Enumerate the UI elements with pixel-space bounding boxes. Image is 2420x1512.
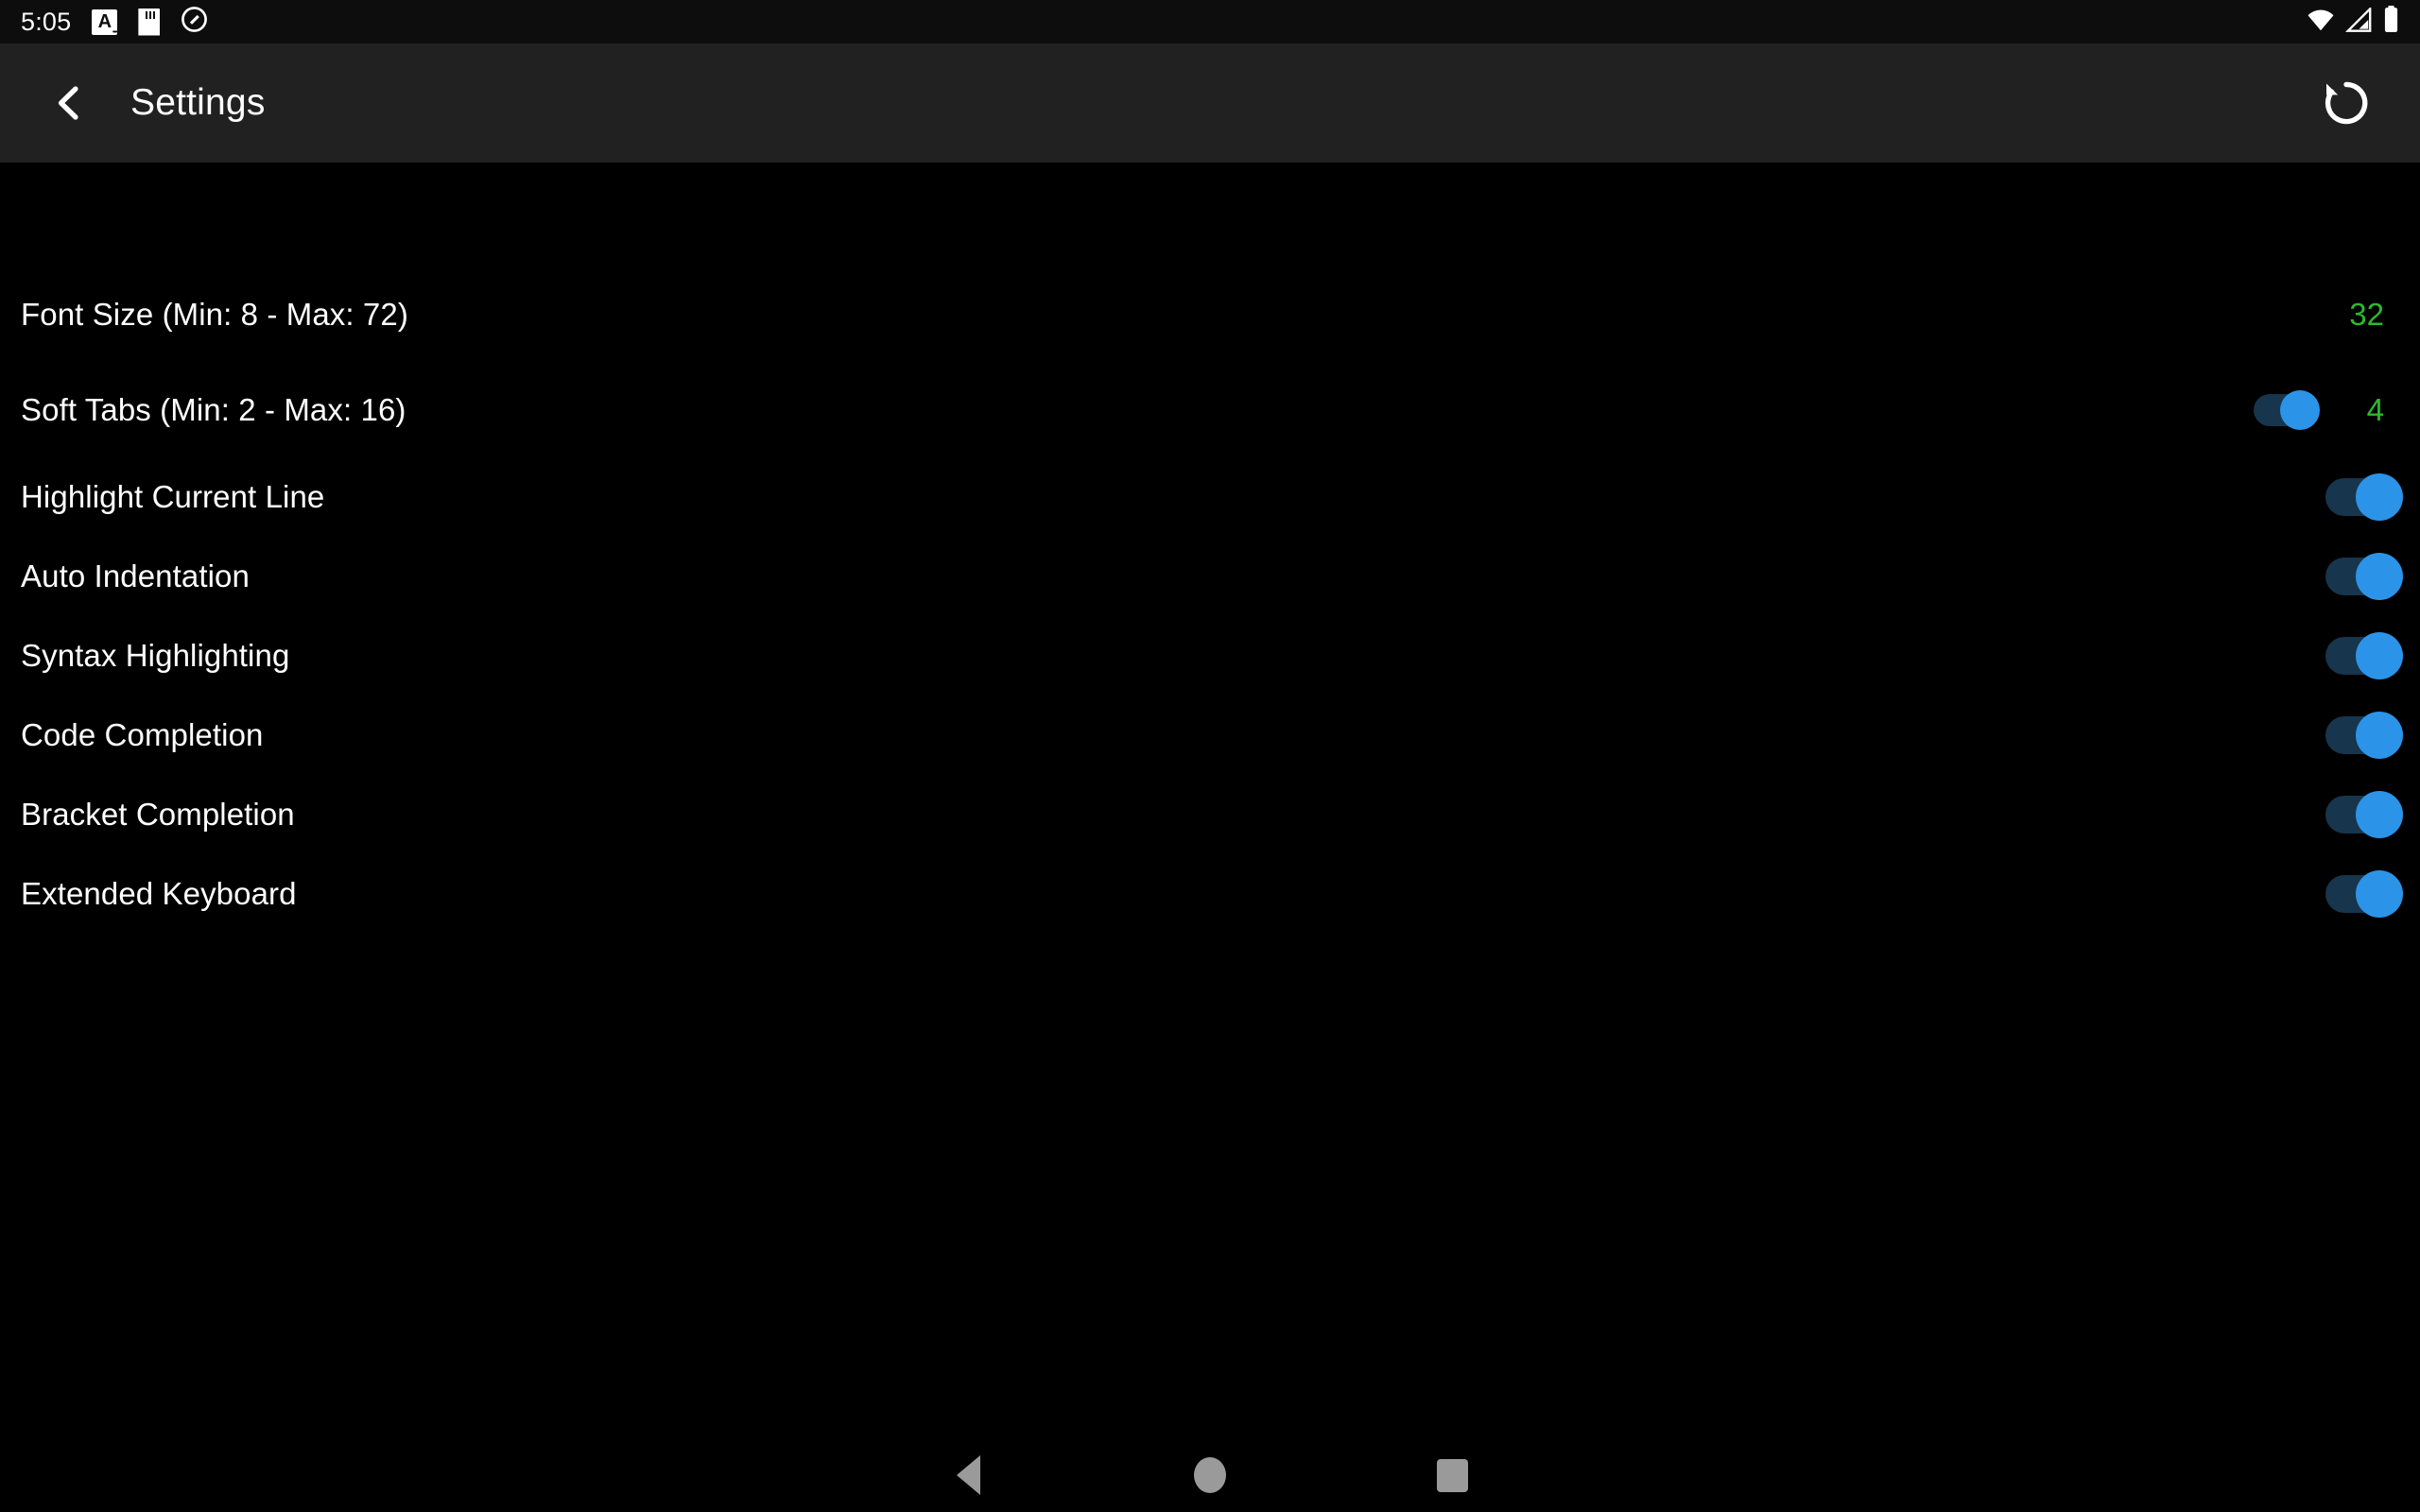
status-bar: 5:05 A [0,0,2420,43]
setting-toggle-bracket-completion[interactable] [2325,791,2403,838]
setting-row-controls: 4 [2212,389,2384,430]
toggle-thumb [2356,712,2403,759]
square-icon [1436,1458,1468,1492]
setting-row-auto-indentation[interactable]: Auto Indentation [0,537,2420,616]
toggle-thumb [2356,870,2403,918]
battery-icon [2383,6,2399,38]
setting-toggle-syntax-highlighting[interactable] [2325,632,2403,679]
navigation-bar [0,1438,2420,1512]
back-button[interactable] [32,66,106,140]
setting-row-controls [2325,632,2403,679]
triangle-left-icon [956,1455,980,1495]
setting-label: Code Completion [21,717,264,752]
setting-toggle-code-completion[interactable] [2325,712,2403,759]
setting-label: Extended Keyboard [21,876,297,911]
quiet-mode-icon [181,6,208,38]
status-clock: 5:05 [21,7,72,36]
toggle-thumb [2356,473,2403,521]
setting-row-code-completion[interactable]: Code Completion [0,696,2420,775]
toggle-thumb [2356,553,2403,600]
app-bar: Settings [0,43,2420,163]
setting-label: Syntax Highlighting [21,638,290,673]
setting-label: Soft Tabs (Min: 2 - Max: 16) [21,391,406,427]
setting-toggle-highlight-current-line[interactable] [2325,473,2403,521]
setting-row-soft-tabs[interactable]: Soft Tabs (Min: 2 - Max: 16) 4 [0,362,2420,457]
toggle-thumb [2356,791,2403,838]
status-bar-left: 5:05 A [21,6,208,38]
setting-row-controls [2325,553,2403,600]
toggle-thumb [2356,632,2403,679]
setting-row-bracket-completion[interactable]: Bracket Completion [0,775,2420,854]
setting-label: Font Size (Min: 8 - Max: 72) [21,296,408,332]
setting-row-font-size[interactable]: Font Size (Min: 8 - Max: 72) 32 [0,266,2420,362]
setting-label: Auto Indentation [21,558,250,593]
cellular-signal-icon [2344,5,2373,37]
setting-label: Highlight Current Line [21,479,325,514]
setting-toggle-auto-indentation[interactable] [2325,553,2403,600]
font-size-icon: A [92,9,118,36]
toggle-thumb [2280,389,2320,430]
setting-row-controls [2325,712,2403,759]
circle-icon [1194,1457,1226,1493]
setting-value[interactable]: 4 [2344,392,2384,428]
status-bar-right [2307,5,2399,38]
setting-value[interactable]: 32 [2344,297,2384,333]
rotate-left-reset-icon [2325,81,2368,125]
nav-recents-button[interactable] [1331,1438,1573,1512]
setting-row-extended-keyboard[interactable]: Extended Keyboard [0,854,2420,934]
setting-toggle-extended-keyboard[interactable] [2325,870,2403,918]
setting-row-highlight-current-line[interactable]: Highlight Current Line [0,457,2420,537]
sdcard-icon [138,8,161,36]
toggle-slot [2212,389,2320,430]
setting-toggle-soft-tabs[interactable] [2254,389,2320,430]
setting-row-controls [2325,870,2403,918]
setting-row-controls [2325,473,2403,521]
reset-button[interactable] [2308,65,2384,141]
setting-row-controls: 32 [2307,297,2384,333]
setting-row-controls [2325,791,2403,838]
nav-back-button[interactable] [847,1438,1089,1512]
chevron-left-icon [58,86,78,120]
page-title: Settings [130,82,266,123]
setting-label: Bracket Completion [21,797,295,832]
nav-home-button[interactable] [1089,1438,1331,1512]
settings-list: Font Size (Min: 8 - Max: 72) 32 Soft Tab… [0,163,2420,1438]
wifi-icon [2307,8,2335,37]
value-slot: 32 [2307,297,2384,333]
setting-row-syntax-highlighting[interactable]: Syntax Highlighting [0,616,2420,696]
